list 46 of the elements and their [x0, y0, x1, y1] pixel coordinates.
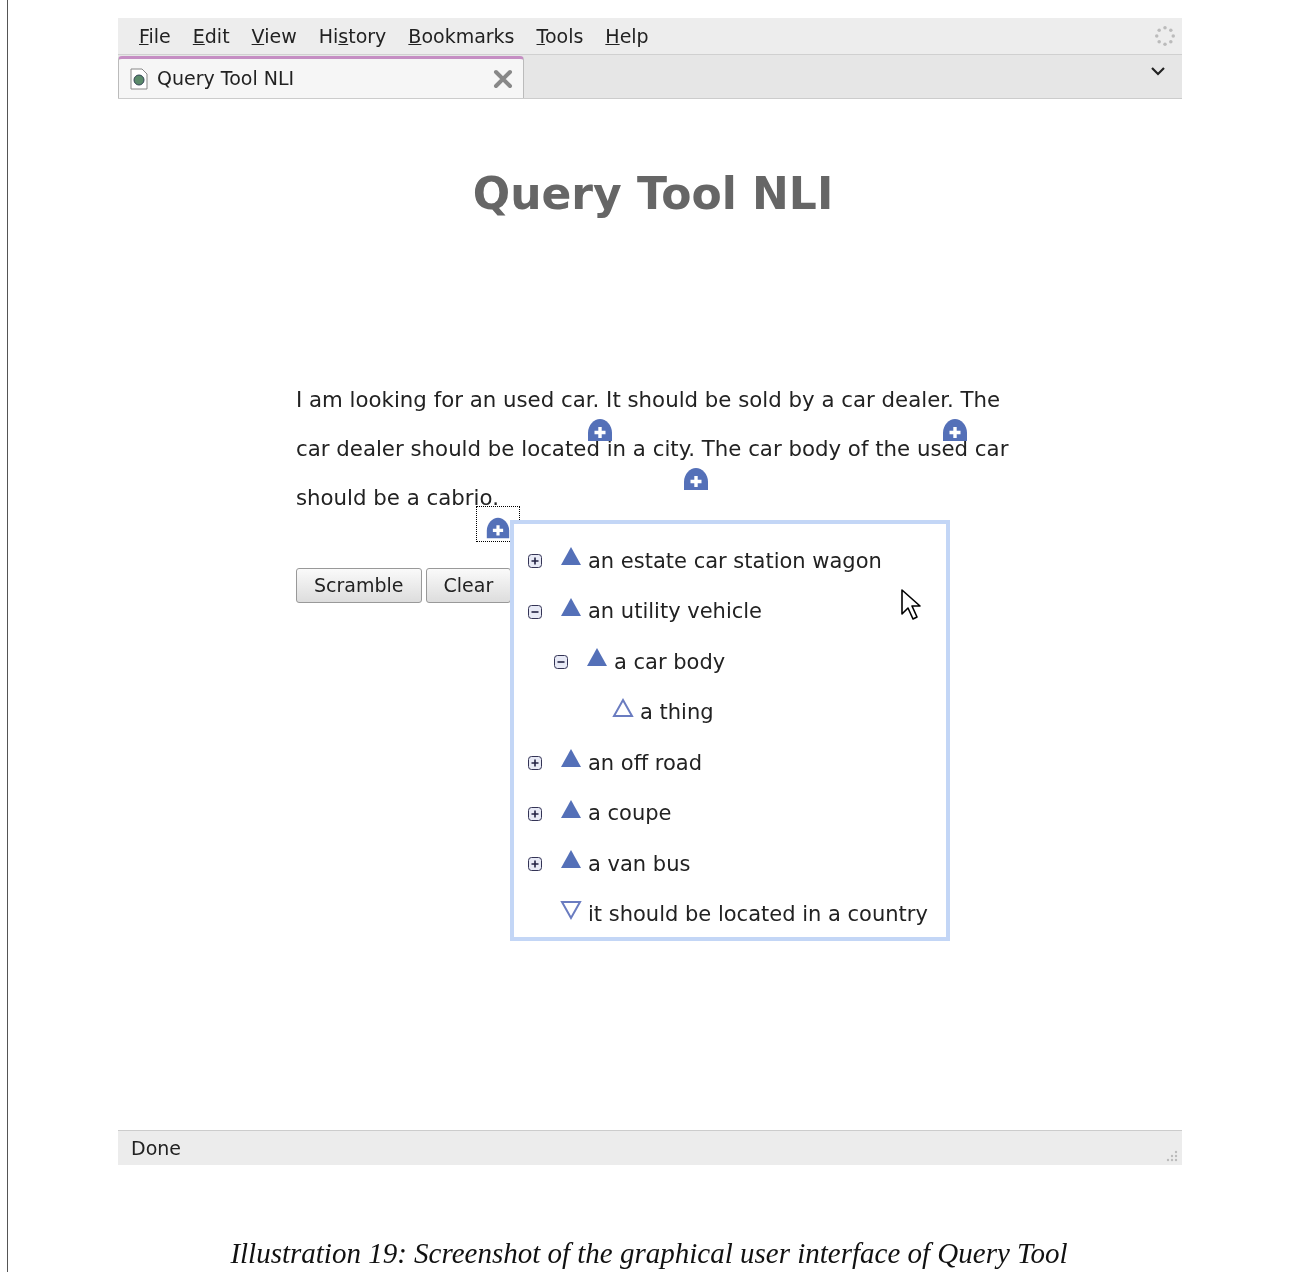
sentence-text: should be a cabrio.: [296, 485, 499, 510]
menu-item[interactable]: Bookmarks: [397, 21, 526, 51]
sentence-text: The car body of the used car: [701, 436, 1009, 461]
collapse-icon[interactable]: [554, 655, 568, 670]
suggestion-item[interactable]: a car body: [614, 646, 726, 678]
mouse-pointer-icon: [900, 588, 924, 622]
figure-caption: Illustration 19: Screenshot of the graphical user interface of Query Tool: [230, 1237, 1068, 1269]
close-icon[interactable]: [493, 68, 513, 89]
sentence-text: I am looking for an used car.: [296, 387, 600, 412]
suggestion-item[interactable]: a coupe: [588, 798, 672, 830]
suggestion-item[interactable]: an off road: [588, 747, 703, 779]
suggestion-item[interactable]: it should be located in a country: [588, 899, 928, 931]
tab-title: Query Tool NLI: [157, 66, 296, 92]
page-icon: [129, 67, 149, 90]
menu-item[interactable]: View: [240, 21, 308, 51]
expand-icon[interactable]: [528, 857, 542, 872]
page-heading: Query Tool NLI: [472, 167, 834, 221]
menu-item[interactable]: Tools: [525, 21, 595, 51]
throbber-icon: [1154, 25, 1176, 47]
action-button[interactable]: Scramble: [296, 568, 422, 603]
collapse-icon[interactable]: [528, 604, 542, 619]
triangle-up-icon: [560, 848, 582, 871]
menu-item[interactable]: File: [128, 21, 182, 51]
action-button[interactable]: Clear: [425, 568, 512, 603]
add-marker-icon[interactable]: [476, 507, 519, 541]
triangle-up-outline-icon: [612, 696, 634, 719]
triangle-up-icon: [586, 646, 608, 669]
triangle-up-icon: [560, 747, 582, 770]
suggestion-item[interactable]: a thing: [640, 697, 714, 729]
triangle-down-outline-icon: [560, 898, 582, 921]
menu-item[interactable]: Edit: [181, 21, 241, 51]
triangle-up-icon: [560, 545, 582, 568]
sentence-text: It should be sold by a car dealer.: [606, 387, 954, 412]
suggestion-item[interactable]: an estate car station wagon: [588, 545, 882, 577]
expand-icon[interactable]: [528, 806, 542, 821]
chevron-down-icon[interactable]: [1150, 66, 1166, 76]
status-text: Done: [131, 1135, 181, 1161]
expand-icon[interactable]: [528, 554, 542, 569]
browser-tab[interactable]: Query Tool NLI: [118, 56, 524, 98]
suggestion-item[interactable]: a van bus: [588, 848, 691, 880]
suggestion-item[interactable]: an utility vehicle: [588, 596, 763, 628]
sentence-text: The: [960, 387, 1001, 412]
menu-item[interactable]: History: [307, 21, 398, 51]
sentence-text: car dealer should be located in a city.: [296, 436, 695, 461]
expand-icon[interactable]: [528, 756, 542, 771]
menu-item[interactable]: Help: [594, 21, 660, 51]
